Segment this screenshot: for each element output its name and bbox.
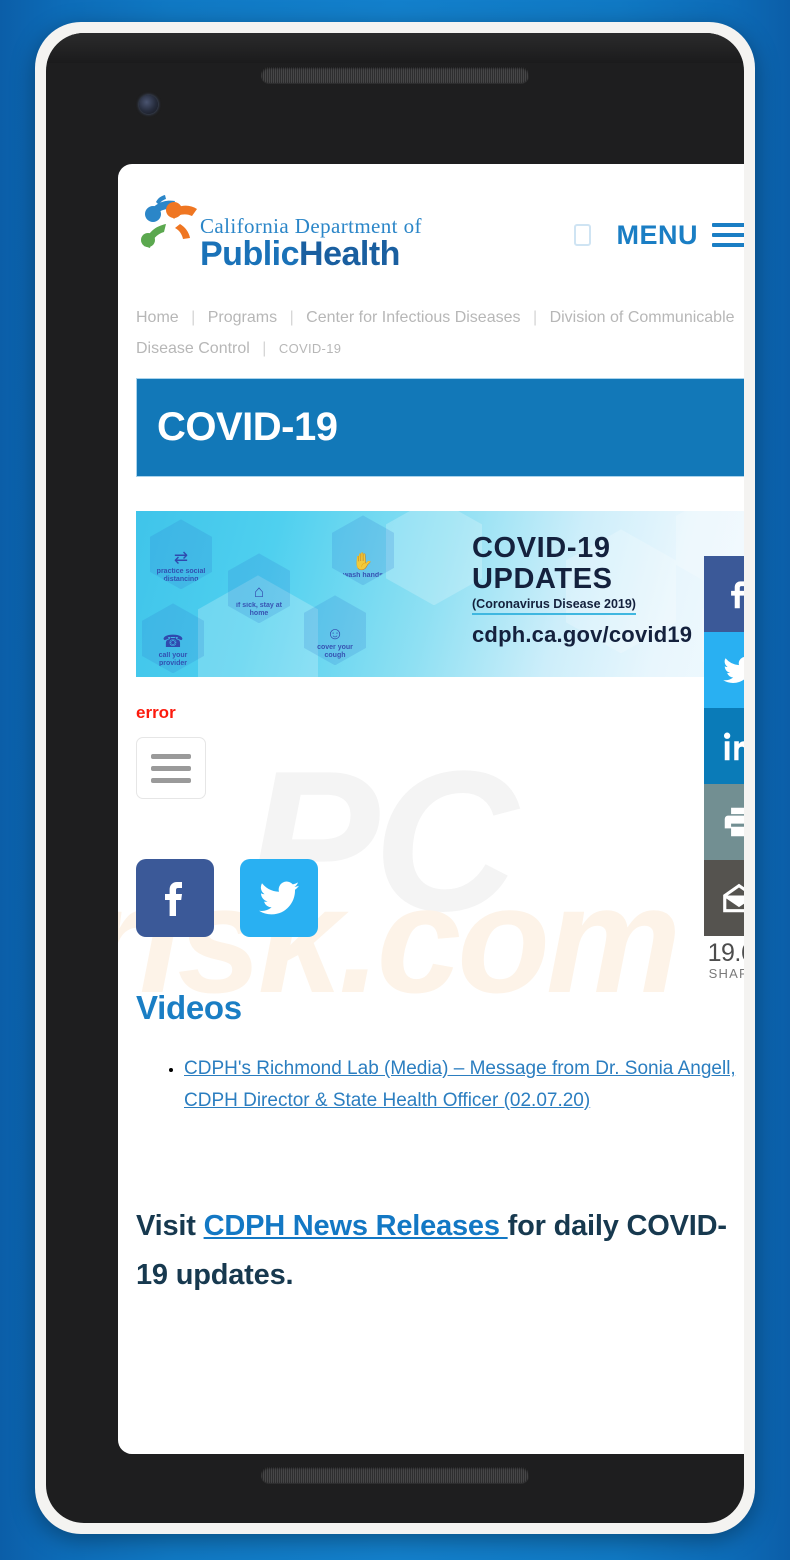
breadcrumb-item-home[interactable]: Home — [136, 309, 179, 326]
facebook-icon — [165, 882, 182, 917]
logo-public: Public — [200, 235, 300, 274]
page-title-banner: COVID-19 — [136, 378, 744, 478]
cdph-logo-mark — [141, 195, 197, 248]
linkedin-icon — [724, 732, 744, 761]
twitter-icon — [259, 881, 299, 915]
banner-title-line1: COVID-19 — [472, 532, 611, 565]
video-link[interactable]: CDPH's Richmond Lab (Media) – Message fr… — [184, 1058, 736, 1110]
covid-updates-banner[interactable]: ⇄ practice social distancing ⌂ if sick, … — [136, 511, 744, 678]
front-camera — [139, 95, 158, 114]
breadcrumb-separator: | — [289, 309, 294, 326]
share-linkedin-button[interactable] — [704, 708, 744, 784]
share-twitter-button[interactable] — [704, 632, 744, 708]
email-icon — [723, 883, 744, 913]
hexagon-label: practice social distancing — [156, 568, 206, 583]
banner-subtitle: (Coronavirus Disease 2019) — [472, 594, 636, 615]
breadcrumb-separator: | — [191, 309, 196, 326]
banner-text-block: COVID-19 UPDATES (Coronavirus Disease 20… — [472, 533, 692, 647]
share-sidebar: 19.6K SHARES — [704, 556, 744, 981]
list-item: CDPH's Richmond Lab (Media) – Message fr… — [184, 1053, 744, 1116]
search-icon[interactable] — [573, 224, 591, 246]
breadcrumb-item-infectious-diseases[interactable]: Center for Infectious Diseases — [306, 309, 520, 326]
breadcrumb-separator: | — [532, 309, 538, 326]
menu-button[interactable]: MENU — [616, 219, 744, 251]
hand-wash-icon: ✋ — [352, 551, 374, 571]
phone-device: PC risk.com California Department of Pub… — [35, 22, 755, 1534]
page-title: COVID-19 — [157, 405, 338, 450]
house-icon: ⌂ — [253, 582, 265, 602]
page-background: PC risk.com California Department of Pub… — [0, 0, 790, 1560]
page-content: California Department of PublicHealth ME… — [118, 164, 744, 1301]
facebook-share-button[interactable] — [136, 859, 214, 938]
breadcrumb-item-programs[interactable]: Programs — [208, 309, 277, 326]
share-count: 19.6K — [707, 939, 744, 967]
error-message: error — [136, 703, 176, 723]
breadcrumb: Home | Programs | Center for Infectious … — [136, 302, 744, 378]
cdph-logo[interactable]: California Department of PublicHealth — [136, 194, 422, 276]
social-distancing-icon: ⇄ — [173, 548, 189, 568]
breadcrumb-item-covid19: COVID-19 — [278, 341, 342, 357]
bottom-speaker — [261, 1467, 529, 1483]
videos-heading: Videos — [136, 989, 242, 1027]
decorative-hexagon — [386, 511, 482, 606]
phone-frame: PC risk.com California Department of Pub… — [46, 33, 744, 1523]
accordion-toggle-icon[interactable] — [136, 737, 206, 800]
hexagon-label: wash hands — [342, 571, 384, 579]
breadcrumb-separator: | — [262, 340, 267, 358]
header-actions: MENU — [573, 219, 744, 251]
logo-health: Health — [299, 235, 400, 274]
printer-icon — [724, 807, 744, 837]
share-print-button[interactable] — [704, 784, 744, 860]
cough-cover-icon: ☺ — [326, 624, 344, 644]
hexagon-label: call your provider — [158, 652, 188, 667]
site-header: California Department of PublicHealth ME… — [136, 164, 744, 302]
videos-list: CDPH's Richmond Lab (Media) – Message fr… — [136, 1053, 744, 1116]
hexagon-practice-social-distancing: ⇄ practice social distancing — [150, 519, 212, 590]
twitter-share-button[interactable] — [240, 859, 318, 938]
share-count-label: SHARES — [708, 966, 744, 982]
hexagon-wash-hands: ✋ wash hands — [332, 515, 394, 586]
phone-screen: PC risk.com California Department of Pub… — [118, 164, 744, 1454]
facebook-icon — [731, 581, 744, 609]
banner-url: cdph.ca.gov/covid19 — [472, 621, 693, 647]
cdph-news-releases-link[interactable]: CDPH News Releases — [204, 1210, 508, 1242]
inline-social-buttons — [136, 859, 744, 938]
hexagon-call-your-provider: ☎ call your provider — [142, 603, 204, 674]
twitter-icon — [723, 657, 744, 683]
phone-icon: ☎ — [162, 632, 184, 652]
news-callout-before: Visit — [136, 1210, 204, 1243]
news-releases-callout: Visit CDPH News Releases for daily COVID… — [136, 1202, 744, 1301]
share-facebook-button[interactable] — [704, 556, 744, 632]
hamburger-menu-icon[interactable] — [712, 223, 744, 247]
earpiece-speaker — [261, 67, 529, 83]
banner-title-line2: UPDATES — [472, 562, 613, 595]
logo-line1: California Department of — [200, 214, 422, 239]
menu-label: MENU — [616, 219, 698, 250]
share-email-button[interactable] — [704, 860, 744, 936]
